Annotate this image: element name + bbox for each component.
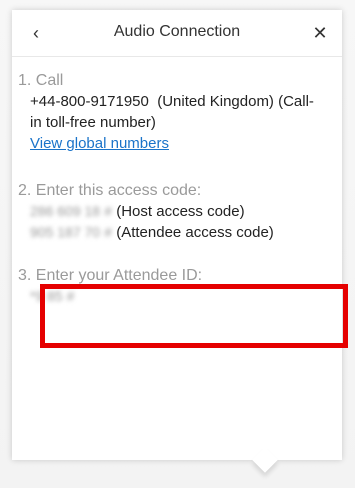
host-access-code-value: 286 609 18: [30, 203, 101, 219]
attendee-access-code-line: 905 187 70 # (Attendee access code): [30, 222, 323, 243]
dialog-title: Audio Connection: [113, 23, 241, 40]
attendee-code-highlight-box: [40, 284, 348, 348]
attendee-hash: #: [104, 224, 113, 240]
view-global-numbers-link[interactable]: View global numbers: [30, 133, 169, 154]
call-in-country: (United: [157, 93, 206, 110]
attendee-access-code-label: (Attendee access code): [116, 224, 274, 241]
attendee-access-code-value: 905 187 70: [30, 224, 101, 240]
close-icon: ✕: [312, 23, 328, 43]
host-access-code-label: (Host access code): [116, 203, 245, 220]
host-access-code-line: 286 609 18 # (Host access code): [30, 201, 323, 222]
host-hash: #: [104, 203, 113, 219]
step-call: 1. Call +44-800-9171950 (United Kingdom)…: [18, 70, 323, 154]
step-attendee-id-label: 3. Enter your Attendee ID:: [18, 267, 203, 284]
dialog-content: 1. Call +44-800-9171950 (United Kingdom)…: [18, 70, 323, 307]
call-in-number-text: +44-800-9171950 (United Kingdom) (Call-i…: [30, 91, 323, 133]
dialog-header: ‹ Audio Connection ✕: [12, 10, 342, 57]
step-access-code-label: 2. Enter this access code:: [18, 182, 202, 199]
call-in-number: +44-800-9171950: [30, 93, 149, 110]
step-call-label: 1. Call: [18, 72, 64, 89]
close-button[interactable]: ✕: [310, 22, 330, 44]
step-access-code: 2. Enter this access code: 286 609 18 # …: [18, 180, 323, 243]
